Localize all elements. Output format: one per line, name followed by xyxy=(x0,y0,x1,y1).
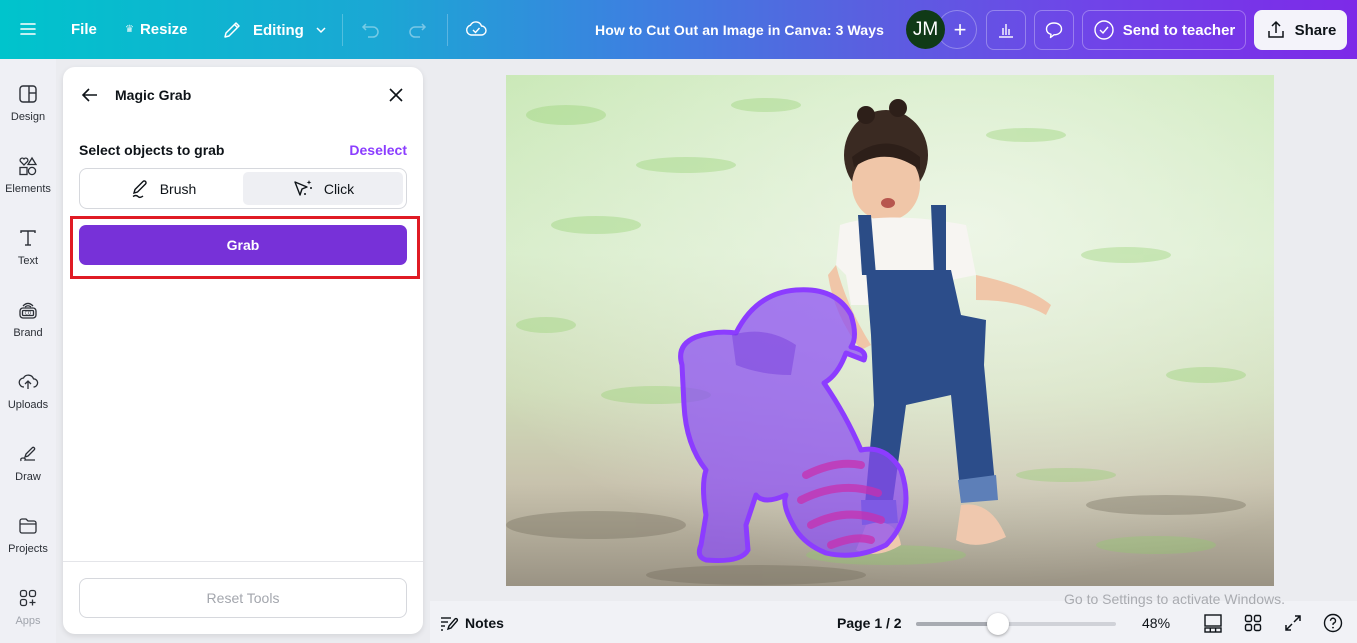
notes-button[interactable]: Notes xyxy=(439,614,504,632)
share-button[interactable]: Share xyxy=(1254,10,1347,50)
comment-icon xyxy=(1045,22,1063,39)
mode-click[interactable]: Click xyxy=(243,172,403,205)
sidebar-item-uploads[interactable]: Uploads xyxy=(0,371,56,411)
editing-label: Editing xyxy=(253,21,304,39)
close-button[interactable] xyxy=(385,84,407,106)
svg-text:CO: CO xyxy=(25,311,32,317)
resize-label: Resize xyxy=(139,21,188,38)
notes-icon xyxy=(441,617,459,631)
sidebar-item-label: Uploads xyxy=(7,399,49,411)
shapes-icon xyxy=(19,156,38,176)
document-title[interactable]: How to Cut Out an Image in Canva: 3 Ways xyxy=(595,22,884,38)
magic-grab-panel: Magic Grab Select objects to grab Desele… xyxy=(63,67,423,634)
fullscreen-button[interactable] xyxy=(1283,613,1303,633)
divider xyxy=(342,14,343,46)
bar-chart-icon xyxy=(999,24,1013,38)
file-menu-button[interactable]: File xyxy=(71,21,97,38)
sidebar-item-label: Elements xyxy=(5,183,51,195)
save-status-button[interactable] xyxy=(464,18,488,40)
help-icon xyxy=(1323,613,1343,633)
pen-icon xyxy=(20,446,36,462)
share-label: Share xyxy=(1294,21,1337,39)
magic-cursor-icon xyxy=(294,179,312,196)
zoom-percentage[interactable]: 48% xyxy=(1142,615,1170,631)
cloud-check-icon xyxy=(466,21,487,36)
sidebar-item-design[interactable]: Design xyxy=(0,83,56,123)
redo-icon xyxy=(409,23,427,38)
layout-icon xyxy=(19,85,37,103)
sidebar-item-apps[interactable]: Apps xyxy=(0,587,56,627)
sidebar-item-elements[interactable]: Elements xyxy=(0,155,56,195)
check-circle-icon xyxy=(1094,20,1114,40)
cloud-upload-icon xyxy=(18,374,39,389)
back-button[interactable] xyxy=(79,84,101,106)
select-objects-label: Select objects to grab xyxy=(79,142,225,158)
canvas-photo[interactable] xyxy=(506,75,1274,586)
mode-brush[interactable]: Brush xyxy=(83,172,243,205)
main-menu-button[interactable] xyxy=(18,19,38,39)
pencil-icon xyxy=(224,22,240,38)
comments-button[interactable] xyxy=(1034,10,1074,50)
crown-icon: ♛ xyxy=(125,24,134,35)
share-upload-icon xyxy=(1267,20,1284,38)
left-sidebar: Design Elements Text CO Brand Uploads Dr… xyxy=(0,59,56,643)
avatar[interactable]: JM xyxy=(906,10,945,49)
arrow-left-icon xyxy=(81,88,97,102)
redo-button[interactable] xyxy=(406,18,428,40)
divider xyxy=(447,14,448,46)
deselect-link[interactable]: Deselect xyxy=(349,142,407,158)
mode-click-label: Click xyxy=(323,180,355,197)
folder-icon xyxy=(19,518,37,534)
page-thumbnails-button[interactable] xyxy=(1203,613,1223,633)
plus-icon: + xyxy=(953,16,967,42)
sidebar-item-label: Text xyxy=(17,255,39,267)
panel-title: Magic Grab xyxy=(115,87,192,103)
sidebar-item-label: Apps xyxy=(15,615,41,627)
brand-icon: CO xyxy=(19,302,37,319)
grid-view-button[interactable] xyxy=(1243,613,1263,633)
editing-mode-dropdown[interactable]: Editing xyxy=(221,19,328,41)
mode-brush-label: Brush xyxy=(159,180,197,197)
expand-icon xyxy=(1285,615,1301,631)
grab-button[interactable]: Grab xyxy=(79,225,407,265)
help-button[interactable] xyxy=(1323,613,1343,633)
send-to-teacher-button[interactable]: Send to teacher xyxy=(1082,10,1246,50)
sidebar-item-label: Brand xyxy=(13,327,43,339)
insights-button[interactable] xyxy=(986,10,1026,50)
undo-icon xyxy=(361,23,379,38)
selection-mode-toggle: Brush Click xyxy=(79,168,407,209)
zoom-slider-fill xyxy=(916,622,998,626)
sidebar-item-label: Design xyxy=(10,111,46,123)
top-bar: File ♛ Resize Editing How to Cut Out an … xyxy=(0,0,1357,59)
windows-activation-watermark: Go to Settings to activate Windows. xyxy=(1064,591,1285,607)
page-indicator[interactable]: Page 1 / 2 xyxy=(837,615,902,631)
sidebar-item-projects[interactable]: Projects xyxy=(0,515,56,555)
hamburger-icon xyxy=(20,23,36,35)
sidebar-item-draw[interactable]: Draw xyxy=(0,443,56,483)
sidebar-item-label: Draw xyxy=(15,471,41,483)
brush-icon xyxy=(132,179,147,198)
send-to-teacher-label: Send to teacher xyxy=(1122,21,1236,39)
divider xyxy=(63,561,423,562)
chevron-down-icon xyxy=(316,27,326,34)
sidebar-item-label: Projects xyxy=(8,543,48,555)
file-label: File xyxy=(71,21,97,38)
text-icon xyxy=(20,230,36,246)
close-icon xyxy=(389,88,403,102)
sidebar-item-text[interactable]: Text xyxy=(0,227,56,267)
zoom-slider[interactable] xyxy=(916,613,1116,635)
reset-tools-button[interactable]: Reset Tools xyxy=(79,578,407,618)
resize-button[interactable]: ♛ Resize xyxy=(125,21,188,38)
sidebar-item-brand[interactable]: CO Brand xyxy=(0,299,56,339)
zoom-slider-thumb[interactable] xyxy=(987,613,1009,635)
page-thumbnails-icon xyxy=(1204,614,1222,633)
notes-label: Notes xyxy=(465,615,504,631)
grid-icon xyxy=(1244,614,1262,632)
photo-illustration xyxy=(506,75,1274,586)
undo-button[interactable] xyxy=(360,18,382,40)
apps-icon xyxy=(19,589,37,607)
